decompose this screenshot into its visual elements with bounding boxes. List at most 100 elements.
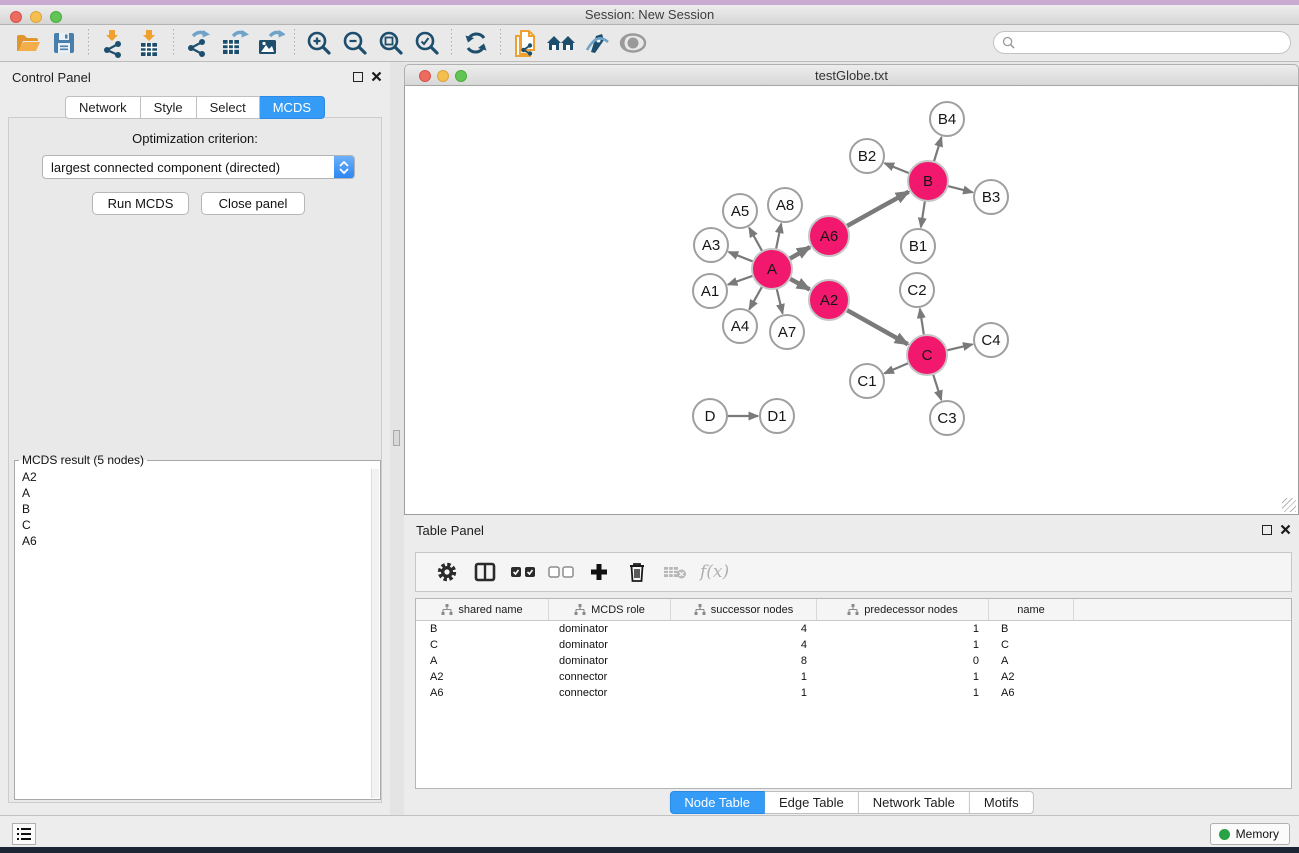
tab-style[interactable]: Style <box>141 96 197 119</box>
tab-network-table[interactable]: Network Table <box>859 791 970 814</box>
node-B2[interactable]: B2 <box>850 139 884 173</box>
network-minimize-button[interactable] <box>437 70 449 82</box>
result-list-item[interactable]: A6 <box>16 533 371 549</box>
node-B3[interactable]: B3 <box>974 180 1008 214</box>
node-A8[interactable]: A8 <box>768 188 802 222</box>
edge-A-A7[interactable] <box>777 288 783 313</box>
edge-A-A8[interactable] <box>776 224 781 250</box>
run-mcds-button[interactable]: Run MCDS <box>92 192 189 215</box>
save-session-button[interactable] <box>46 27 82 59</box>
edge-A2-C[interactable] <box>846 310 907 344</box>
tab-node-table[interactable]: Node Table <box>669 791 765 814</box>
node-A5[interactable]: A5 <box>723 194 757 228</box>
edge-A-A2[interactable] <box>790 279 810 290</box>
column-header[interactable]: MCDS role <box>549 599 671 620</box>
edge-A-A5[interactable] <box>749 228 762 252</box>
window-resize-grip[interactable] <box>1282 498 1296 512</box>
edge-A-A1[interactable] <box>728 276 753 285</box>
import-network-button[interactable] <box>95 27 131 59</box>
float-panel-icon[interactable] <box>353 72 363 82</box>
deselect-all-checkboxes-button[interactable] <box>544 556 578 588</box>
node-A2[interactable]: A2 <box>809 280 849 320</box>
node-A3[interactable]: A3 <box>694 228 728 262</box>
zoom-out-button[interactable] <box>337 27 373 59</box>
delete-table-button[interactable] <box>658 556 692 588</box>
edge-A6-B[interactable] <box>846 192 908 227</box>
search-input[interactable] <box>1019 36 1290 50</box>
edge-A-A6[interactable] <box>789 247 810 259</box>
node-B4[interactable]: B4 <box>930 102 964 136</box>
network-graph[interactable]: B4B2BB3A8A5A6A3B1AC2A1A2A4A7C4CC1DD1C3 <box>405 86 1298 513</box>
edge-A-A4[interactable] <box>749 286 762 309</box>
zoom-selected-button[interactable] <box>409 27 445 59</box>
node-D1[interactable]: D1 <box>760 399 794 433</box>
node-C4[interactable]: C4 <box>974 323 1008 357</box>
network-window-titlebar[interactable]: testGlobe.txt <box>404 64 1299 86</box>
hide-graphics-button[interactable] <box>579 27 615 59</box>
node-B[interactable]: B <box>908 161 948 201</box>
node-C[interactable]: C <box>907 335 947 375</box>
edge-A-A3[interactable] <box>729 252 754 262</box>
column-header[interactable]: successor nodes <box>671 599 817 620</box>
result-list-item[interactable]: C <box>16 517 371 533</box>
edge-C-C2[interactable] <box>920 309 924 335</box>
table-row[interactable]: Bdominator41B <box>416 621 1291 637</box>
node-B1[interactable]: B1 <box>901 229 935 263</box>
zoom-fit-button[interactable] <box>373 27 409 59</box>
close-panel-button[interactable]: Close panel <box>201 192 305 215</box>
column-view-button[interactable] <box>468 556 502 588</box>
function-builder-button[interactable]: f(x) <box>700 562 729 582</box>
tab-mcds[interactable]: MCDS <box>260 96 325 119</box>
column-header[interactable]: predecessor nodes <box>817 599 989 620</box>
delete-column-button[interactable] <box>620 556 654 588</box>
optimization-criterion-select[interactable]: largest connected component (directed) <box>42 155 355 179</box>
open-session-button[interactable] <box>10 27 46 59</box>
edge-B-B4[interactable] <box>934 137 942 162</box>
node-A[interactable]: A <box>752 249 792 289</box>
network-canvas[interactable]: B4B2BB3A8A5A6A3B1AC2A1A2A4A7C4CC1DD1C3 <box>404 86 1299 515</box>
select-all-checkboxes-button[interactable] <box>506 556 540 588</box>
new-network-from-selection-button[interactable] <box>507 27 543 59</box>
add-column-button[interactable] <box>582 556 616 588</box>
minimize-window-button[interactable] <box>30 11 42 23</box>
edge-C-C3[interactable] <box>933 374 941 400</box>
result-list-item[interactable]: B <box>16 501 371 517</box>
home-button[interactable] <box>543 27 579 59</box>
edge-C-C1[interactable] <box>884 363 908 373</box>
node-A7[interactable]: A7 <box>770 315 804 349</box>
export-network-button[interactable] <box>180 27 216 59</box>
node-A1[interactable]: A1 <box>693 274 727 308</box>
network-zoom-button[interactable] <box>455 70 467 82</box>
task-history-button[interactable] <box>12 823 36 845</box>
tab-select[interactable]: Select <box>197 96 260 119</box>
zoom-in-button[interactable] <box>301 27 337 59</box>
search-field[interactable] <box>993 31 1291 54</box>
tab-network[interactable]: Network <box>65 96 141 119</box>
node-D[interactable]: D <box>693 399 727 433</box>
table-settings-button[interactable] <box>430 556 464 588</box>
result-list-item[interactable]: A2 <box>16 469 371 485</box>
table-row[interactable]: Adominator80A <box>416 653 1291 669</box>
memory-button[interactable]: Memory <box>1210 823 1290 845</box>
float-table-panel-icon[interactable] <box>1262 525 1272 535</box>
tab-motifs[interactable]: Motifs <box>970 791 1034 814</box>
node-A6[interactable]: A6 <box>809 216 849 256</box>
bird-eye-view-button[interactable] <box>615 27 651 59</box>
edge-B-B1[interactable] <box>921 201 925 227</box>
result-list-item[interactable]: A <box>16 485 371 501</box>
table-row[interactable]: A2connector11A2 <box>416 669 1291 685</box>
export-table-button[interactable] <box>216 27 252 59</box>
close-window-button[interactable] <box>10 11 22 23</box>
node-C1[interactable]: C1 <box>850 364 884 398</box>
table-row[interactable]: A6connector11A6 <box>416 685 1291 701</box>
zoom-window-button[interactable] <box>50 11 62 23</box>
apply-layout-button[interactable] <box>458 27 494 59</box>
table-row[interactable]: Cdominator41C <box>416 637 1291 653</box>
node-C3[interactable]: C3 <box>930 401 964 435</box>
column-header[interactable]: name <box>989 599 1074 620</box>
tab-edge-table[interactable]: Edge Table <box>765 791 859 814</box>
close-table-panel-icon[interactable] <box>1280 524 1291 535</box>
node-A4[interactable]: A4 <box>723 309 757 343</box>
edge-C-C4[interactable] <box>946 344 972 350</box>
close-panel-icon[interactable] <box>371 71 382 82</box>
